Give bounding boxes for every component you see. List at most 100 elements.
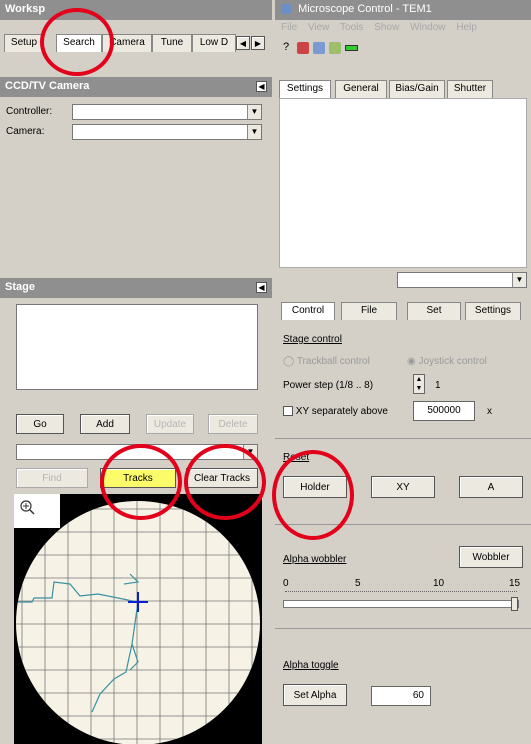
microscope-tabs: Settings General Bias/Gain Shutter — [279, 80, 529, 98]
wobbler-button[interactable]: Wobbler — [459, 546, 523, 568]
tab-file-label: File — [360, 305, 378, 316]
stage-position-list[interactable] — [16, 304, 258, 390]
tab-setup[interactable]: Setup — [4, 34, 44, 52]
power-step-label: Power step (1/8 .. 8) — [283, 380, 374, 391]
delete-button[interactable]: Delete — [208, 414, 258, 434]
tab-shutter[interactable]: Shutter — [447, 80, 493, 98]
tab-bias-gain[interactable]: Bias/Gain — [389, 80, 445, 98]
stage-title-bar: Stage — [0, 278, 272, 298]
wobbler-label: Wobbler — [472, 551, 510, 563]
alpha-value-input[interactable]: 60 — [371, 686, 431, 706]
checkbox-icon — [283, 406, 293, 417]
tool-icon-4[interactable] — [345, 45, 358, 51]
tab-control-settings[interactable]: Settings — [465, 302, 521, 320]
power-step-value: 1 — [435, 380, 441, 391]
controller-label: Controller: — [6, 106, 53, 117]
chevron-right-icon: ▶ — [254, 38, 262, 48]
slider-ticks: 0 5 10 15 — [283, 578, 521, 590]
menu-show[interactable]: Show — [374, 22, 399, 33]
tab-camera-label: Camera — [109, 37, 145, 48]
ccd-panel: CCD/TV Camera ◀ Controller: ▼ Camera: ▼ — [0, 77, 272, 277]
chevron-down-icon: ▼ — [247, 125, 261, 139]
stage-map-graphic — [14, 494, 260, 744]
divider — [275, 438, 531, 439]
settings-select[interactable]: ▼ — [397, 272, 527, 288]
controller-select[interactable]: ▼ — [72, 104, 262, 120]
menu-help[interactable]: Help — [456, 22, 477, 33]
trackball-radio[interactable]: ◯ Trackball control — [283, 356, 370, 367]
tab-scroll-right-button[interactable]: ▶ — [251, 36, 265, 50]
set-alpha-label: Set Alpha — [293, 689, 337, 701]
tab-general[interactable]: General — [335, 80, 387, 98]
tab-tune[interactable]: Tune — [152, 34, 192, 52]
joystick-radio[interactable]: ◉ Joystick control — [407, 356, 487, 367]
tab-file[interactable]: File — [341, 302, 397, 320]
delete-label: Delete — [218, 418, 248, 430]
chevron-left-icon: ◀ — [239, 38, 247, 48]
annotation-circle-search-tab — [40, 8, 114, 76]
power-step-stepper[interactable]: ▲ ▼ — [413, 374, 425, 394]
annotation-circle-tracks — [100, 444, 182, 520]
tick-5: 5 — [355, 578, 361, 589]
divider — [275, 628, 531, 629]
stage-map[interactable] — [14, 494, 262, 744]
slider-thumb[interactable] — [511, 597, 518, 611]
stage-map-disc — [16, 501, 260, 744]
alpha-toggle-label: Alpha toggle — [283, 660, 339, 671]
tool-icon-2[interactable] — [313, 42, 325, 54]
tab-set[interactable]: Set — [407, 302, 461, 320]
tab-lowdose[interactable]: Low D — [192, 34, 236, 52]
camera-select[interactable]: ▼ — [72, 124, 262, 140]
ccd-title: CCD/TV Camera — [0, 77, 272, 97]
xy-separately-checkbox[interactable]: XY separately above — [283, 406, 388, 417]
xy-separately-label: XY separately above — [295, 406, 388, 417]
tab-settings[interactable]: Settings — [279, 80, 331, 98]
tool-icon-3[interactable] — [329, 42, 341, 54]
reset-a-button[interactable]: A — [459, 476, 523, 498]
app-icon — [281, 4, 291, 15]
camera-label: Camera: — [6, 126, 45, 137]
go-button[interactable]: Go — [16, 414, 64, 434]
update-button[interactable]: Update — [146, 414, 194, 434]
tick-10: 10 — [433, 578, 445, 589]
tick-0: 0 — [283, 578, 289, 589]
menu-view[interactable]: View — [308, 22, 330, 33]
microscope-title: Microscope Control - TEM1 — [298, 3, 432, 15]
workspace-title: Worksp — [0, 0, 272, 20]
tab-settings-label: Settings — [286, 83, 324, 94]
xy-threshold-input[interactable]: 500000 — [413, 401, 475, 421]
add-label: Add — [96, 418, 114, 430]
tab-setup-label: Setup — [10, 37, 38, 48]
reset-xy-button[interactable]: XY — [371, 476, 435, 498]
stage-control-label: Stage control — [283, 334, 342, 345]
microscope-panel: Microscope Control - TEM1 File View Tool… — [275, 0, 531, 292]
add-button[interactable]: Add — [80, 414, 130, 434]
help-icon[interactable]: ? — [283, 41, 289, 53]
ccd-collapse-icon[interactable]: ◀ — [256, 81, 267, 92]
menu-tools[interactable]: Tools — [340, 22, 363, 33]
chevron-down-icon: ▼ — [247, 105, 261, 119]
chevron-down-icon: ▼ — [512, 273, 526, 287]
menu-file[interactable]: File — [281, 22, 297, 33]
set-alpha-button[interactable]: Set Alpha — [283, 684, 347, 706]
annotation-circle-holder — [272, 450, 354, 540]
menu-bar: File View Tools Show Window Help — [281, 22, 531, 36]
alpha-wobbler-slider[interactable] — [283, 597, 519, 611]
find-button[interactable]: Find — [16, 468, 88, 488]
reset-xy-label: XY — [396, 481, 410, 493]
reset-a-label: A — [487, 481, 495, 493]
settings-content — [279, 98, 527, 268]
joystick-label: Joystick control — [418, 356, 487, 367]
stage-collapse-icon[interactable]: ◀ — [256, 282, 267, 293]
radio-checked-icon: ◉ — [407, 356, 416, 367]
tab-shutter-label: Shutter — [453, 83, 487, 94]
tick-15: 15 — [509, 578, 521, 589]
stage-title: Stage — [5, 281, 35, 293]
tool-icon-1[interactable] — [297, 42, 309, 54]
xy-threshold-value: 500000 — [427, 405, 461, 416]
alpha-wobbler-label: Alpha wobbler — [283, 554, 347, 565]
menu-window[interactable]: Window — [410, 22, 446, 33]
tab-scroll-left-button[interactable]: ◀ — [236, 36, 250, 50]
tab-control[interactable]: Control — [281, 302, 335, 320]
tab-bias-gain-label: Bias/Gain — [395, 83, 439, 94]
